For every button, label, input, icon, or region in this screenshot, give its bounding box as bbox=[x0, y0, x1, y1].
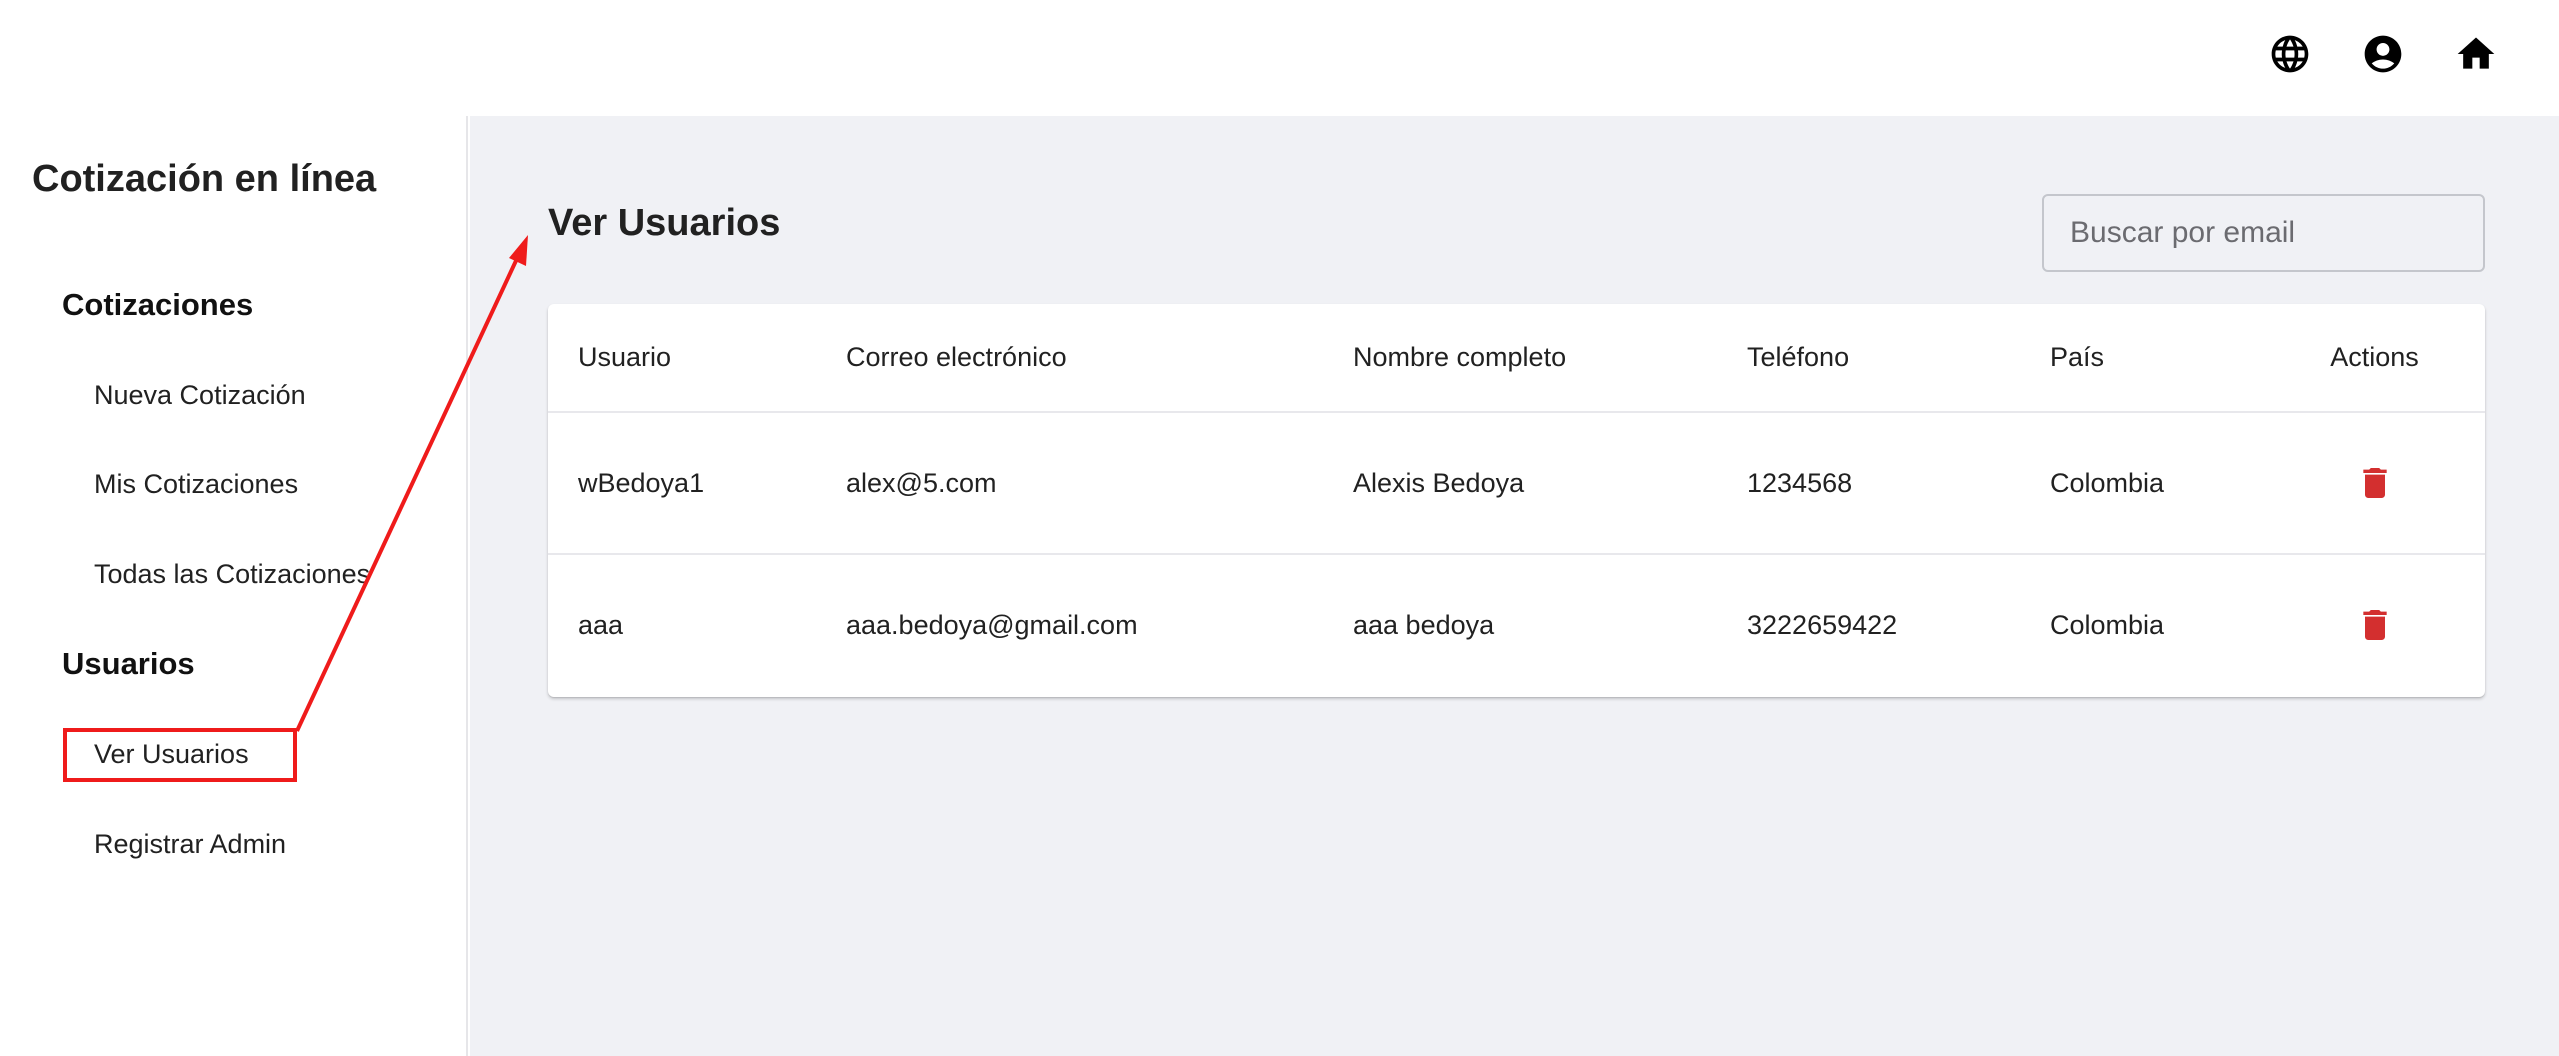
cell-telefono: 3222659422 bbox=[1747, 610, 1898, 640]
main-content: Ver Usuarios Usuario Correo electrónico … bbox=[470, 116, 2559, 1056]
sidebar-section-cotizaciones: Cotizaciones bbox=[62, 287, 254, 322]
cell-actions bbox=[2264, 412, 2485, 554]
app-title: Cotización en línea bbox=[32, 158, 377, 200]
cell-nombre: Alexis Bedoya bbox=[1353, 467, 1525, 498]
sidebar-item-mis-cotizaciones[interactable]: Mis Cotizaciones bbox=[94, 469, 298, 500]
delete-user-button[interactable] bbox=[2349, 457, 2401, 509]
top-bar bbox=[0, 0, 2559, 116]
cell-correo: alex@5.com bbox=[846, 467, 997, 498]
table-header-row: Usuario Correo electrónico Nombre comple… bbox=[548, 304, 2485, 412]
column-header-actions: Actions bbox=[2330, 342, 2419, 372]
sidebar-item-todas-las-cotizaciones[interactable]: Todas las Cotizaciones bbox=[94, 559, 370, 590]
delete-user-button[interactable] bbox=[2349, 599, 2401, 651]
cell-usuario: aaa bbox=[578, 610, 624, 640]
trash-icon bbox=[2362, 610, 2387, 640]
home-icon[interactable] bbox=[2452, 30, 2500, 78]
annotation-highlight-box bbox=[63, 728, 297, 782]
cell-pais: Colombia bbox=[2050, 467, 2165, 498]
trash-icon bbox=[2362, 467, 2387, 498]
sidebar-item-nueva-cotizacion[interactable]: Nueva Cotización bbox=[94, 380, 306, 411]
cell-telefono: 1234568 bbox=[1747, 467, 1853, 498]
account-circle-icon[interactable] bbox=[2359, 30, 2407, 78]
sidebar-section-usuarios: Usuarios bbox=[62, 646, 195, 681]
page-title: Ver Usuarios bbox=[548, 202, 781, 244]
users-table-card: Usuario Correo electrónico Nombre comple… bbox=[548, 304, 2485, 697]
table-row: wBedoya1 alex@5.com Alexis Bedoya 123456… bbox=[548, 412, 2485, 554]
column-header-correo: Correo electrónico bbox=[846, 342, 1067, 372]
cell-actions bbox=[2264, 554, 2485, 696]
cell-usuario: wBedoya1 bbox=[578, 467, 705, 498]
users-table: Usuario Correo electrónico Nombre comple… bbox=[548, 304, 2485, 696]
cell-correo: aaa.bedoya@gmail.com bbox=[846, 610, 1138, 640]
column-header-telefono: Teléfono bbox=[1747, 342, 1850, 372]
globe-icon[interactable] bbox=[2266, 30, 2314, 78]
cell-pais: Colombia bbox=[2050, 610, 2165, 640]
sidebar: Cotización en línea Cotizaciones Nueva C… bbox=[0, 116, 468, 1056]
sidebar-item-registrar-admin[interactable]: Registrar Admin bbox=[94, 829, 286, 860]
search-email-input[interactable] bbox=[2042, 194, 2485, 272]
table-row: aaa aaa.bedoya@gmail.com aaa bedoya 3222… bbox=[548, 554, 2485, 696]
column-header-pais: País bbox=[2050, 342, 2105, 372]
column-header-nombre: Nombre completo bbox=[1353, 342, 1567, 372]
column-header-usuario: Usuario bbox=[578, 342, 672, 372]
cell-nombre: aaa bedoya bbox=[1353, 610, 1495, 640]
